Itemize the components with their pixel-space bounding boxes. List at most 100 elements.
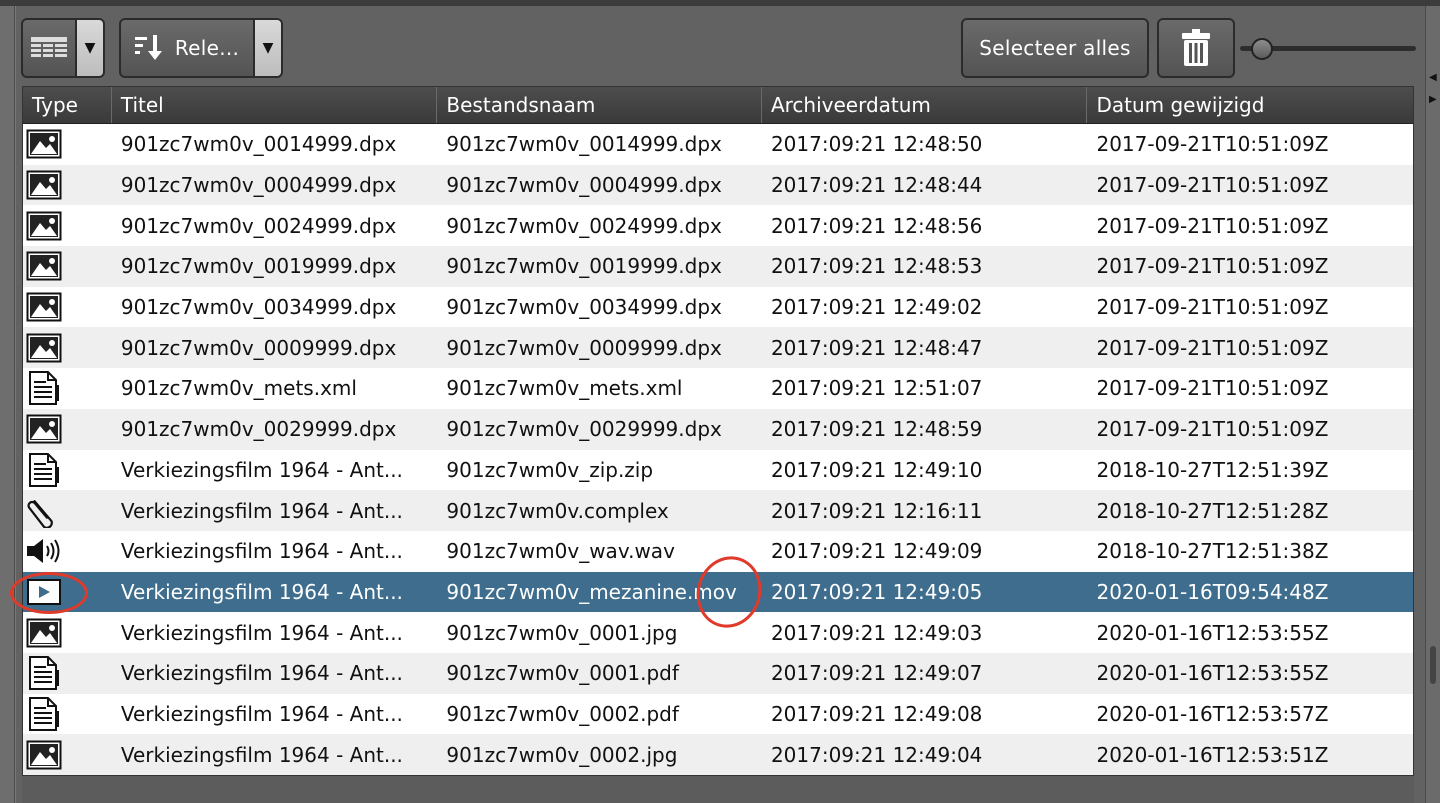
table-row[interactable]: Verkiezingsfilm 1964 - Ant... 901zc7wm0v_… <box>23 449 1413 491</box>
archive-date-cell: 2017:09:21 12:49:05 <box>770 579 983 604</box>
table-row[interactable]: 901zc7wm0v_mets.xml 901zc7wm0v_mets.xml 20… <box>23 368 1413 409</box>
table-row[interactable]: Verkiezingsfilm 1964 - Ant... 901zc7wm0v_… <box>23 530 1413 572</box>
column-header-bestandsnaam[interactable]: Bestandsnaam <box>437 87 762 123</box>
table-row[interactable]: Verkiezingsfilm 1964 - Ant... 901zc7wm0v.… <box>23 490 1413 531</box>
delete-button[interactable] <box>1157 18 1235 78</box>
column-header-archiveerdatum[interactable]: Archiveerdatum <box>762 87 1088 123</box>
title-cell: Verkiezingsfilm 1964 - Ant... <box>120 701 403 726</box>
view-mode-dropdown-arrow[interactable]: ▼ <box>75 20 103 76</box>
modified-date-cell: 2017-09-21T10:51:09Z <box>1096 213 1329 238</box>
table-row[interactable]: 901zc7wm0v_0004999.dpx 901zc7wm0v_0004999… <box>23 164 1413 206</box>
table-row[interactable]: 901zc7wm0v_0029999.dpx 901zc7wm0v_0029999… <box>23 408 1413 450</box>
archive-date-cell: 2017:09:21 12:48:56 <box>770 213 983 238</box>
type-cell <box>23 211 112 241</box>
select-all-button[interactable]: Selecteer alles <box>961 18 1149 78</box>
type-cell <box>23 371 112 406</box>
list-view-icon[interactable] <box>23 20 75 76</box>
image-file-icon <box>26 251 62 281</box>
column-header-titel[interactable]: Titel <box>112 87 438 123</box>
select-all-label: Selecteer alles <box>979 36 1131 60</box>
type-cell <box>23 170 112 200</box>
table-row[interactable]: 901zc7wm0v_0019999.dpx 901zc7wm0v_0019999… <box>23 246 1413 287</box>
title-cell: 901zc7wm0v_0014999.dpx <box>120 132 397 157</box>
filename-cell: 901zc7wm0v_0001.pdf <box>446 661 679 686</box>
document-file-icon <box>26 371 62 406</box>
trash-icon <box>1181 29 1211 67</box>
collapse-left-icon[interactable]: ◀ <box>1429 72 1437 83</box>
image-file-icon <box>26 211 62 241</box>
archive-date-cell: 2017:09:21 12:48:44 <box>770 173 983 198</box>
modified-date-cell: 2020-01-16T12:53:51Z <box>1096 742 1329 767</box>
type-cell <box>23 740 112 770</box>
type-cell <box>23 696 112 731</box>
audio-speaker-icon <box>26 536 62 566</box>
sort-label: Rele... <box>174 36 240 60</box>
filename-cell: 901zc7wm0v_0024999.dpx <box>446 213 722 238</box>
table-row[interactable]: 901zc7wm0v_0034999.dpx 901zc7wm0v_0034999… <box>23 286 1413 328</box>
collapse-right-icon[interactable]: ▶ <box>1429 94 1437 105</box>
image-file-icon <box>26 170 62 200</box>
archive-date-cell: 2017:09:21 12:49:04 <box>770 742 983 767</box>
archive-date-cell: 2017:09:21 12:51:07 <box>770 376 983 401</box>
image-file-icon <box>26 129 62 159</box>
sort-button[interactable]: Rele... ▼ <box>119 18 283 78</box>
filename-cell: 901zc7wm0v_mezanine.mov <box>446 579 737 604</box>
type-cell <box>23 452 112 487</box>
title-cell: 901zc7wm0v_0019999.dpx <box>120 254 397 279</box>
modified-date-cell: 2018-10-27T12:51:38Z <box>1096 539 1329 564</box>
table-body: 901zc7wm0v_0014999.dpx 901zc7wm0v_0014999… <box>23 124 1413 775</box>
filename-cell: 901zc7wm0v_wav.wav <box>446 539 675 564</box>
file-table: Type Titel Bestandsnaam Archiveerdatum D… <box>22 86 1414 776</box>
filename-cell: 901zc7wm0v_0002.jpg <box>446 742 678 767</box>
sort-dropdown-arrow[interactable]: ▼ <box>253 20 281 76</box>
table-footer-area <box>22 776 1414 803</box>
view-mode-button[interactable]: ▼ <box>21 18 105 78</box>
right-scrollbar[interactable]: ◀ ▶ <box>1425 6 1440 803</box>
table-row[interactable]: 901zc7wm0v_0009999.dpx 901zc7wm0v_0009999… <box>23 327 1413 369</box>
title-cell: Verkiezingsfilm 1964 - Ant... <box>120 457 403 482</box>
title-cell: 901zc7wm0v_0004999.dpx <box>120 173 397 198</box>
sort-button-main[interactable]: Rele... <box>121 20 253 76</box>
table-row[interactable]: 901zc7wm0v_0024999.dpx 901zc7wm0v_0024999… <box>23 205 1413 247</box>
modified-date-cell: 2017-09-21T10:51:09Z <box>1096 254 1329 279</box>
filename-cell: 901zc7wm0v_0014999.dpx <box>446 132 722 157</box>
column-header-type[interactable]: Type <box>23 87 112 123</box>
thumbnail-size-slider-knob[interactable] <box>1251 38 1273 60</box>
modified-date-cell: 2017-09-21T10:51:09Z <box>1096 335 1329 360</box>
modified-date-cell: 2020-01-16T12:53:55Z <box>1096 620 1329 645</box>
type-cell <box>23 251 112 281</box>
filename-cell: 901zc7wm0v_0019999.dpx <box>446 254 722 279</box>
archive-date-cell: 2017:09:21 12:48:53 <box>770 254 983 279</box>
type-cell <box>23 292 112 322</box>
modified-date-cell: 2020-01-16T12:53:57Z <box>1096 701 1329 726</box>
document-file-icon <box>26 696 62 731</box>
archive-date-cell: 2017:09:21 12:48:47 <box>770 335 983 360</box>
title-cell: 901zc7wm0v_0029999.dpx <box>120 417 397 442</box>
title-cell: Verkiezingsfilm 1964 - Ant... <box>120 579 403 604</box>
title-cell: Verkiezingsfilm 1964 - Ant... <box>120 620 403 645</box>
table-row[interactable]: Verkiezingsfilm 1964 - Ant... 901zc7wm0v_… <box>23 612 1413 653</box>
document-file-icon <box>26 452 62 487</box>
type-cell <box>23 333 112 363</box>
table-row[interactable]: Verkiezingsfilm 1964 - Ant... 901zc7wm0v_… <box>23 734 1413 775</box>
type-cell <box>23 414 112 444</box>
table-row[interactable]: 901zc7wm0v_0014999.dpx 901zc7wm0v_0014999… <box>23 124 1413 165</box>
modified-date-cell: 2017-09-21T10:51:09Z <box>1096 376 1329 401</box>
modified-date-cell: 2017-09-21T10:51:09Z <box>1096 132 1329 157</box>
filename-cell: 901zc7wm0v_0029999.dpx <box>446 417 722 442</box>
archive-date-cell: 2017:09:21 12:48:50 <box>770 132 983 157</box>
modified-date-cell: 2018-10-27T12:51:39Z <box>1096 457 1329 482</box>
image-file-icon <box>26 414 62 444</box>
type-cell <box>23 618 112 648</box>
table-row[interactable]: Verkiezingsfilm 1964 - Ant... 901zc7wm0v_… <box>23 652 1413 694</box>
table-row[interactable]: Verkiezingsfilm 1964 - Ant... 901zc7wm0v_… <box>23 693 1413 735</box>
archive-date-cell: 2017:09:21 12:49:08 <box>770 701 983 726</box>
filename-cell: 901zc7wm0v_0001.jpg <box>446 620 678 645</box>
table-row[interactable]: Verkiezingsfilm 1964 - Ant... 901zc7wm0v_… <box>23 571 1413 613</box>
type-cell <box>23 494 112 528</box>
modified-date-cell: 2020-01-16T12:53:55Z <box>1096 661 1329 686</box>
image-file-icon <box>26 740 62 770</box>
sort-descending-icon <box>134 35 165 61</box>
column-header-datum-gewijzigd[interactable]: Datum gewijzigd <box>1087 87 1413 123</box>
scrollbar-thumb[interactable] <box>1430 646 1436 684</box>
